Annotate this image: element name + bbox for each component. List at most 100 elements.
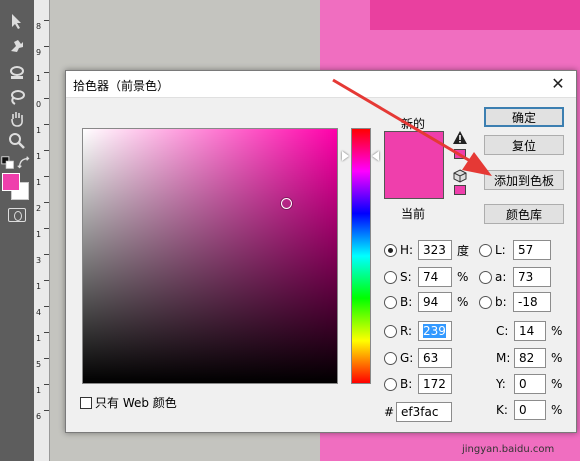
- current-color-swatch[interactable]: [385, 165, 443, 198]
- green-radio[interactable]: [384, 351, 397, 365]
- swap-arrow-icon: [17, 156, 30, 169]
- hue-label: H:: [400, 243, 414, 257]
- color-libraries-button[interactable]: 颜色库: [484, 204, 564, 224]
- lab-l-input[interactable]: 57: [513, 240, 551, 260]
- web-safe-swatch[interactable]: [454, 185, 466, 195]
- ruler-tick: [44, 46, 49, 47]
- yellow-input[interactable]: 0: [514, 374, 546, 394]
- default-colors-button[interactable]: [0, 152, 16, 174]
- saturation-radio[interactable]: [384, 270, 397, 284]
- lasso-icon: [11, 90, 25, 105]
- hand-tool[interactable]: [3, 108, 31, 130]
- color-field-cursor[interactable]: [281, 198, 292, 209]
- green-input[interactable]: 63: [418, 348, 452, 368]
- cyan-unit: %: [551, 324, 563, 338]
- hue-slider[interactable]: [351, 128, 371, 384]
- blue-input[interactable]: 172: [418, 374, 452, 394]
- lab-a-radio[interactable]: [479, 270, 492, 284]
- magenta-unit: %: [551, 351, 563, 365]
- web-colors-only-option[interactable]: 只有 Web 颜色: [80, 394, 177, 411]
- hue-unit: 度: [457, 243, 470, 258]
- web-colors-checkbox[interactable]: [80, 396, 92, 409]
- dialog-titlebar[interactable]: 拾色器（前景色） ✕: [66, 71, 576, 98]
- hue-slider-left-arrow-icon[interactable]: [342, 151, 349, 161]
- brightness-unit: %: [457, 295, 469, 309]
- color-preview: [384, 131, 444, 199]
- puppet-icon: [11, 40, 23, 52]
- ruler-tick: [44, 202, 49, 203]
- lab-a-input[interactable]: 73: [513, 267, 551, 287]
- hue-radio[interactable]: [384, 243, 397, 257]
- ruler-label: 1: [36, 74, 42, 83]
- new-color-swatch: [385, 132, 443, 165]
- saturation-brightness-field[interactable]: [82, 128, 338, 384]
- lab-b-label: b:: [495, 295, 507, 309]
- red-radio[interactable]: [384, 324, 397, 338]
- gamut-correction-swatch[interactable]: [454, 149, 466, 159]
- ruler-tick: [44, 254, 49, 255]
- red-input[interactable]: 239: [418, 321, 452, 341]
- web-colors-label: 只有 Web 颜色: [95, 396, 177, 410]
- lab-b-radio[interactable]: [479, 295, 492, 309]
- yellow-row: Y: 0 %: [496, 374, 562, 394]
- lasso-tool[interactable]: [3, 86, 31, 108]
- reset-button[interactable]: 复位: [484, 135, 564, 155]
- saturation-input[interactable]: 74: [418, 267, 452, 287]
- ruler-tick: [44, 72, 49, 73]
- brightness-radio[interactable]: [384, 295, 397, 309]
- lab-b-row: b: -18: [479, 292, 551, 312]
- ruler-label: 1: [36, 282, 42, 291]
- dialog-title: 拾色器（前景色）: [73, 79, 170, 93]
- web-safe-cube-icon[interactable]: [453, 169, 467, 183]
- lab-l-radio[interactable]: [479, 243, 492, 257]
- ok-button[interactable]: 确定: [484, 107, 564, 127]
- black-input[interactable]: 0: [514, 400, 546, 420]
- black-label: K:: [496, 403, 508, 417]
- out-of-gamut-warning-icon[interactable]: [453, 131, 467, 144]
- yellow-unit: %: [551, 377, 563, 391]
- ruler-label: 1: [36, 126, 42, 135]
- canvas-pink-band: [370, 0, 580, 30]
- magnifier-icon: [9, 133, 25, 149]
- lab-a-row: a: 73: [479, 267, 551, 287]
- black-row: K: 0 %: [496, 400, 562, 420]
- brightness-input[interactable]: 94: [418, 292, 452, 312]
- foreground-color-swatch[interactable]: [2, 173, 20, 191]
- lab-a-label: a:: [495, 270, 507, 284]
- magenta-input[interactable]: 82: [514, 348, 546, 368]
- close-icon[interactable]: ✕: [548, 74, 568, 94]
- ruler-tick: [44, 410, 49, 411]
- blue-label: B:: [400, 377, 413, 391]
- hue-slider-right-arrow-icon[interactable]: [372, 151, 379, 161]
- ruler-tick: [44, 150, 49, 151]
- ruler-label: 2: [36, 204, 42, 213]
- ruler-label: 0: [36, 100, 42, 109]
- zoom-tool[interactable]: [3, 130, 31, 152]
- stamp-icon: [10, 66, 24, 79]
- hex-input[interactable]: ef3fac: [396, 402, 452, 422]
- lab-b-input[interactable]: -18: [513, 292, 551, 312]
- cyan-label: C:: [496, 324, 509, 338]
- add-to-swatches-button[interactable]: 添加到色板: [484, 170, 564, 190]
- ruler-tick: [44, 306, 49, 307]
- ruler-tick: [44, 98, 49, 99]
- ruler-tick: [44, 384, 49, 385]
- blue-radio[interactable]: [384, 377, 397, 391]
- vertical-ruler: 8910111213141516: [34, 0, 50, 461]
- puppet-warp-tool[interactable]: [3, 35, 31, 57]
- ruler-tick: [44, 20, 49, 21]
- quick-mask-icon[interactable]: [8, 208, 26, 222]
- ruler-tick: [44, 280, 49, 281]
- lab-l-label: L:: [495, 243, 506, 257]
- ruler-label: 1: [36, 386, 42, 395]
- clone-stamp-tool[interactable]: [3, 62, 31, 84]
- hand-icon: [11, 112, 23, 127]
- brightness-row: B: 94 %: [384, 292, 468, 312]
- move-tool[interactable]: [3, 10, 31, 32]
- cyan-input[interactable]: 14: [514, 321, 546, 341]
- ruler-label: 3: [36, 256, 42, 265]
- swap-colors-button[interactable]: [16, 152, 32, 174]
- hex-label: #: [384, 405, 395, 419]
- yellow-label: Y:: [496, 377, 506, 391]
- hue-input[interactable]: 323: [418, 240, 452, 260]
